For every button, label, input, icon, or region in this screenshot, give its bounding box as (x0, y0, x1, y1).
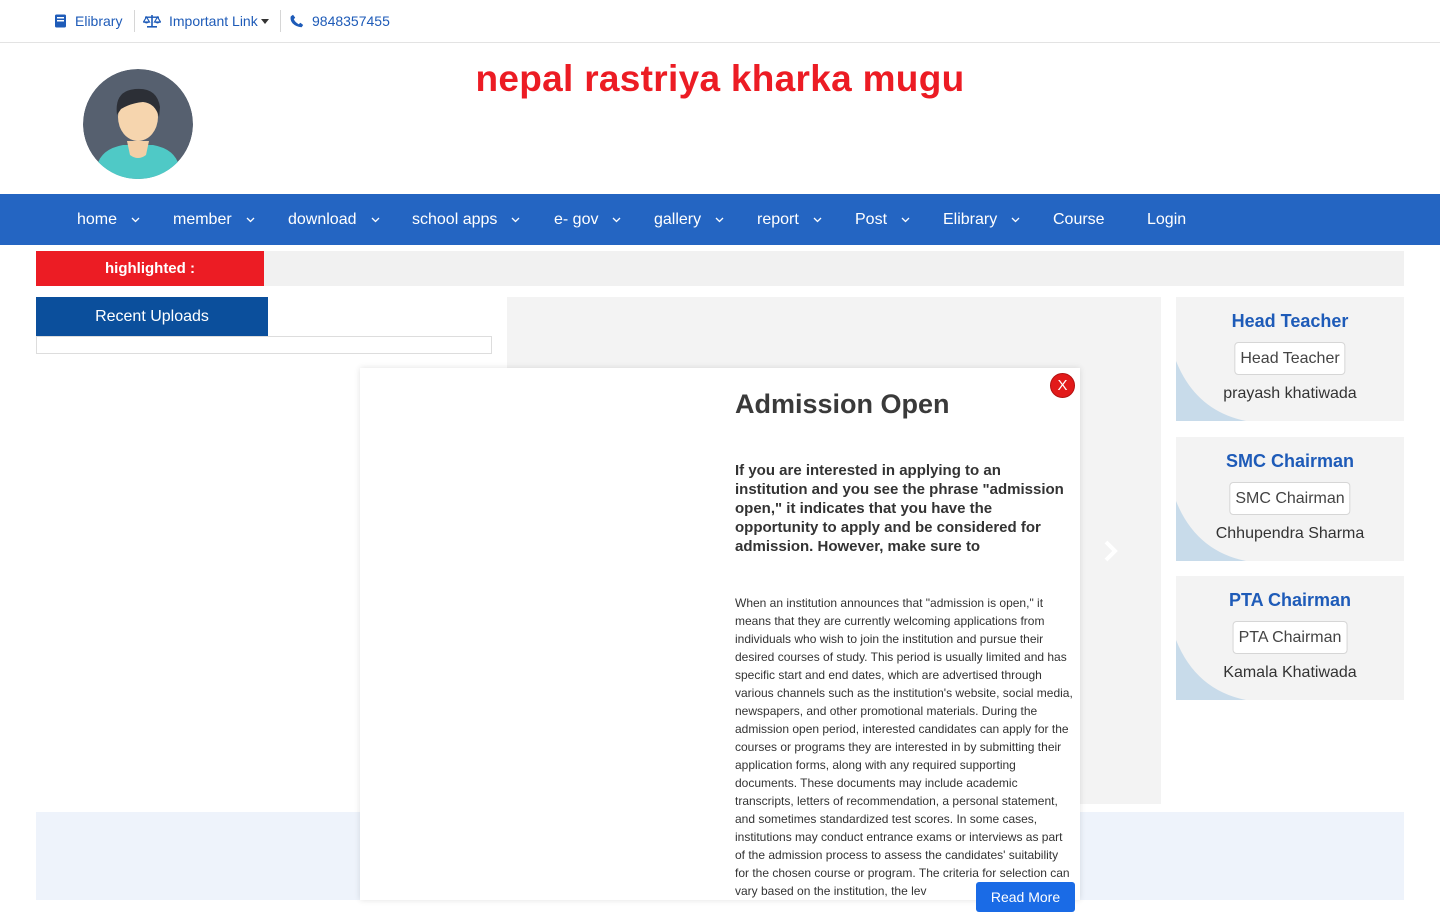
nav-item-course[interactable]: Course (1053, 194, 1105, 245)
staff-card-pta-chairman: PTA Chairman PTA Chairman Kamala Khatiwa… (1176, 576, 1404, 700)
nav-label: school apps (412, 210, 498, 228)
important-link-dropdown[interactable]: Important Link (143, 0, 269, 42)
phone-icon (290, 14, 304, 28)
chevron-down-icon (613, 217, 621, 222)
staff-name: prayash khatiwada (1223, 385, 1357, 402)
chevron-down-icon (511, 217, 520, 222)
staff-name: Chhupendra Sharma (1215, 525, 1365, 542)
nav-item-download[interactable]: download (288, 194, 380, 245)
important-link-label: Important Link (169, 13, 258, 29)
nav-item-login[interactable]: Login (1147, 194, 1186, 245)
divider (280, 10, 281, 32)
nav-label: Login (1147, 210, 1187, 228)
nav-label: gallery (654, 210, 702, 228)
nav-label: Elibrary (943, 210, 998, 228)
staff-photo: Head Teacher (1234, 342, 1346, 375)
nav-label: Post (855, 210, 888, 228)
recent-uploads-header: Recent Uploads (36, 297, 268, 337)
slider-next-button[interactable] (1103, 540, 1119, 567)
balance-scale-icon (143, 15, 161, 28)
chevron-down-icon (246, 217, 255, 222)
nav-item-elibrary[interactable]: Elibrary (943, 194, 1020, 245)
close-popup-button[interactable]: X (1050, 373, 1075, 398)
elibrary-link[interactable]: Elibrary (54, 0, 122, 42)
top-bar: Elibrary Important Link 9848357455 (0, 0, 1440, 43)
popup-lead-text: If you are interested in applying to an … (735, 462, 1064, 555)
staff-photo: PTA Chairman (1232, 621, 1348, 654)
chevron-down-icon (371, 217, 379, 222)
phone-link[interactable]: 9848357455 (290, 0, 390, 42)
staff-photo: SMC Chairman (1229, 482, 1351, 515)
nav-item-home[interactable]: home (77, 194, 140, 245)
divider (134, 10, 135, 32)
nav-item-school-apps[interactable]: school apps (412, 194, 520, 245)
nav-item-report[interactable]: report (757, 194, 822, 245)
nav-label: e- gov (554, 210, 599, 228)
chevron-down-icon (131, 217, 140, 222)
nav-label: home (77, 210, 118, 228)
chevron-right-icon (1104, 540, 1118, 562)
staff-role: SMC Chairman (1225, 451, 1355, 471)
main-navbar: home member download school apps e- gov … (0, 194, 1440, 245)
nav-item-gallery[interactable]: gallery (654, 194, 724, 245)
caret-down-icon (260, 18, 269, 24)
popup-body-text: When an institution announces that "admi… (735, 596, 1073, 898)
read-more-button[interactable]: Read More (976, 882, 1075, 912)
nav-label: report (757, 210, 799, 228)
nav-label: Course (1053, 210, 1105, 228)
nav-item-post[interactable]: Post (855, 194, 910, 245)
recent-uploads-list (36, 336, 492, 354)
staff-card-head-teacher: Head Teacher Head Teacher prayash khatiw… (1176, 297, 1404, 421)
staff-role: PTA Chairman (1228, 590, 1352, 610)
site-title: nepal rastriya kharka mugu (475, 58, 965, 99)
chevron-down-icon (813, 217, 822, 222)
book-icon (55, 14, 66, 28)
nav-item-member[interactable]: member (173, 194, 255, 245)
staff-card-smc-chairman: SMC Chairman SMC Chairman Chhupendra Sha… (1176, 437, 1404, 561)
popup-title: Admission Open (735, 389, 950, 419)
nav-item-e-gov[interactable]: e- gov (554, 194, 621, 245)
nav-label: download (288, 210, 357, 228)
elibrary-label: Elibrary (75, 13, 123, 29)
chevron-down-icon (901, 217, 910, 222)
staff-role: Head Teacher (1231, 311, 1349, 331)
chevron-down-icon (1011, 217, 1020, 222)
staff-name: Kamala Khatiwada (1223, 664, 1357, 681)
chevron-down-icon (715, 217, 724, 222)
phone-number: 9848357455 (312, 13, 390, 29)
nav-label: member (173, 210, 232, 228)
highlight-label: highlighted : (36, 251, 264, 286)
